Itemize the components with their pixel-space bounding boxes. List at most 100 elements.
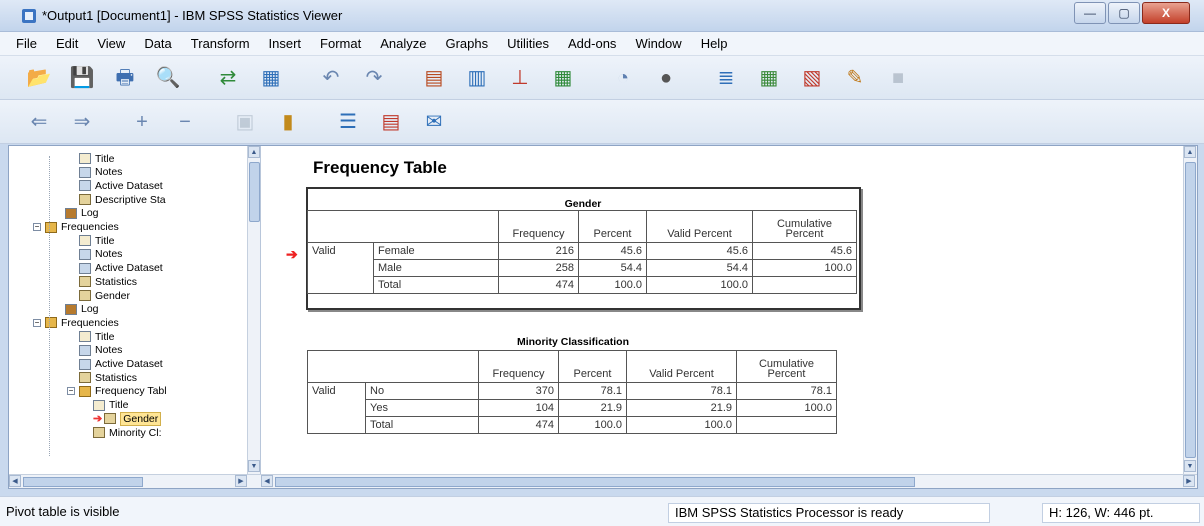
table-cell[interactable]: 100.0 bbox=[558, 416, 627, 434]
save-icon[interactable]: 💾 bbox=[67, 63, 97, 93]
promote-icon[interactable]: + bbox=[127, 107, 157, 137]
outline-pane[interactable]: ▲ ▼ Title Notes Active Dataset Descriptive … bbox=[9, 146, 261, 474]
row-label[interactable]: No bbox=[365, 382, 479, 400]
column-header[interactable]: Percent bbox=[578, 210, 647, 243]
table-cell[interactable]: 100.0 bbox=[626, 416, 737, 434]
column-header[interactable]: Frequency bbox=[498, 210, 579, 243]
collapse-icon[interactable]: − bbox=[67, 387, 75, 396]
outline-item-gender[interactable]: ➔ Gender bbox=[93, 411, 162, 426]
insert-title-icon[interactable]: ▤ bbox=[376, 107, 406, 137]
table-cell[interactable]: 21.9 bbox=[558, 399, 627, 417]
outline-item-statistics[interactable]: Statistics bbox=[79, 275, 137, 288]
demote-icon[interactable]: − bbox=[170, 107, 200, 137]
minimize-button[interactable]: — bbox=[1074, 2, 1106, 24]
goto-variable-icon[interactable]: ⊥ bbox=[505, 63, 535, 93]
forward-icon[interactable]: ⇒ bbox=[67, 107, 97, 137]
insert-heading-icon[interactable]: ☰ bbox=[333, 107, 363, 137]
outline-item-minority-cl[interactable]: Minority Cl: bbox=[93, 426, 162, 439]
table-cell[interactable]: 78.1 bbox=[626, 382, 737, 400]
row-label[interactable]: Yes bbox=[365, 399, 479, 417]
outline-scroll-thumb[interactable] bbox=[249, 162, 260, 222]
menu-window[interactable]: Window bbox=[635, 36, 681, 51]
print-preview-icon[interactable]: 🔍 bbox=[153, 63, 183, 93]
scroll-up-icon[interactable]: ▲ bbox=[248, 146, 260, 158]
value-labels-icon[interactable]: ≣ bbox=[711, 63, 741, 93]
outline-item-title[interactable]: Title bbox=[79, 152, 114, 165]
output-pane[interactable]: Frequency Table ➔ Gender Frequency Percen… bbox=[261, 146, 1183, 474]
scroll-down-icon[interactable]: ▼ bbox=[1184, 460, 1196, 472]
use-sets-icon[interactable]: ▦ bbox=[754, 63, 784, 93]
scroll-down-icon[interactable]: ▼ bbox=[248, 460, 260, 472]
outline-item-log[interactable]: Log bbox=[65, 207, 99, 220]
outline-item-log[interactable]: Log bbox=[65, 303, 99, 316]
minority-pivot-table[interactable]: Frequency Percent Valid Percent Cumulative … bbox=[307, 350, 837, 434]
outline-item-gender[interactable]: Gender bbox=[79, 289, 130, 302]
outline-item-title[interactable]: Title bbox=[79, 234, 114, 247]
export-icon[interactable]: ⇄ bbox=[213, 63, 243, 93]
outline-hscroll-thumb[interactable] bbox=[23, 477, 143, 487]
close-button[interactable]: X bbox=[1142, 2, 1190, 24]
table-row[interactable]: Male 258 54.4 54.4 100.0 bbox=[307, 259, 857, 277]
menu-graphs[interactable]: Graphs bbox=[445, 36, 488, 51]
row-label[interactable]: Male bbox=[373, 259, 499, 277]
table-cell[interactable]: 45.6 bbox=[578, 242, 647, 260]
show-all-icon[interactable]: ▧ bbox=[797, 63, 827, 93]
output-vertical-scrollbar[interactable]: ▲ ▼ bbox=[1183, 146, 1197, 474]
outline-horizontal-scrollbar[interactable]: ◀ ▶ bbox=[9, 474, 261, 488]
table-cell[interactable]: 45.6 bbox=[752, 242, 857, 260]
menu-data[interactable]: Data bbox=[144, 36, 171, 51]
print-icon[interactable]: 🖶 bbox=[110, 63, 140, 93]
table-cell[interactable]: 78.1 bbox=[736, 382, 837, 400]
outline-item-active-dataset[interactable]: Active Dataset bbox=[79, 262, 163, 275]
spelling-icon[interactable]: ✎ bbox=[840, 63, 870, 93]
outline-vertical-scrollbar[interactable]: ▲ ▼ bbox=[247, 146, 260, 474]
menu-analyze[interactable]: Analyze bbox=[380, 36, 426, 51]
column-header[interactable]: Frequency bbox=[478, 350, 559, 383]
designate-window-icon[interactable]: ◔ bbox=[608, 63, 638, 93]
table-row[interactable]: Valid Female 216 45.6 45.6 45.6 bbox=[307, 242, 857, 260]
table-cell[interactable]: 258 bbox=[498, 259, 579, 277]
table-cell[interactable] bbox=[752, 276, 857, 294]
output-scroll-thumb[interactable] bbox=[1185, 162, 1196, 458]
outline-item-frequency-tabl[interactable]: − Frequency Tabl bbox=[67, 385, 167, 398]
menu-addons[interactable]: Add-ons bbox=[568, 36, 616, 51]
outline-item-title[interactable]: Title bbox=[93, 399, 128, 412]
outline-item-frequencies[interactable]: − Frequencies bbox=[33, 221, 119, 234]
select-cases-icon[interactable]: ● bbox=[651, 63, 681, 93]
outline-item-notes[interactable]: Notes bbox=[79, 248, 122, 261]
menu-utilities[interactable]: Utilities bbox=[507, 36, 549, 51]
menu-help[interactable]: Help bbox=[701, 36, 728, 51]
variables-icon[interactable]: ▦ bbox=[548, 63, 578, 93]
table-cell[interactable]: 100.0 bbox=[752, 259, 857, 277]
row-label[interactable]: Total bbox=[373, 276, 499, 294]
open-icon[interactable]: 📂 bbox=[24, 63, 54, 93]
back-icon[interactable]: ⇐ bbox=[24, 107, 54, 137]
table-cell[interactable]: 216 bbox=[498, 242, 579, 260]
table-row[interactable]: Yes 104 21.9 21.9 100.0 bbox=[307, 399, 837, 417]
hide-icon[interactable]: ▮ bbox=[273, 107, 303, 137]
collapse-icon[interactable]: − bbox=[33, 318, 41, 327]
table-cell[interactable]: 21.9 bbox=[626, 399, 737, 417]
outline-item-notes[interactable]: Notes bbox=[79, 344, 122, 357]
output-hscroll-thumb[interactable] bbox=[275, 477, 915, 487]
table-cell[interactable]: 45.6 bbox=[646, 242, 753, 260]
run-script-icon[interactable]: ■ bbox=[883, 63, 913, 93]
scroll-left-icon[interactable]: ◀ bbox=[261, 475, 273, 487]
outline-item-frequencies[interactable]: − Frequencies bbox=[33, 316, 119, 329]
column-header[interactable]: Percent bbox=[558, 350, 627, 383]
outline-item-active-dataset[interactable]: Active Dataset bbox=[79, 358, 163, 371]
column-header[interactable]: Valid Percent bbox=[626, 350, 737, 383]
table-cell[interactable]: 54.4 bbox=[578, 259, 647, 277]
collapse-icon[interactable]: − bbox=[33, 223, 41, 231]
outline-item-statistics[interactable]: Statistics bbox=[79, 371, 137, 384]
scroll-right-icon[interactable]: ▶ bbox=[235, 475, 247, 487]
table-row[interactable]: Valid No 370 78.1 78.1 78.1 bbox=[307, 382, 837, 400]
goto-data-icon[interactable]: ▤ bbox=[419, 63, 449, 93]
insert-text-icon[interactable]: ✉ bbox=[419, 107, 449, 137]
table-cell[interactable]: 474 bbox=[478, 416, 559, 434]
outline-item-active-dataset[interactable]: Active Dataset bbox=[79, 179, 163, 192]
table-cell[interactable]: 474 bbox=[498, 276, 579, 294]
menu-edit[interactable]: Edit bbox=[56, 36, 78, 51]
row-label[interactable]: Female bbox=[373, 242, 499, 260]
scroll-right-icon[interactable]: ▶ bbox=[1183, 475, 1195, 487]
